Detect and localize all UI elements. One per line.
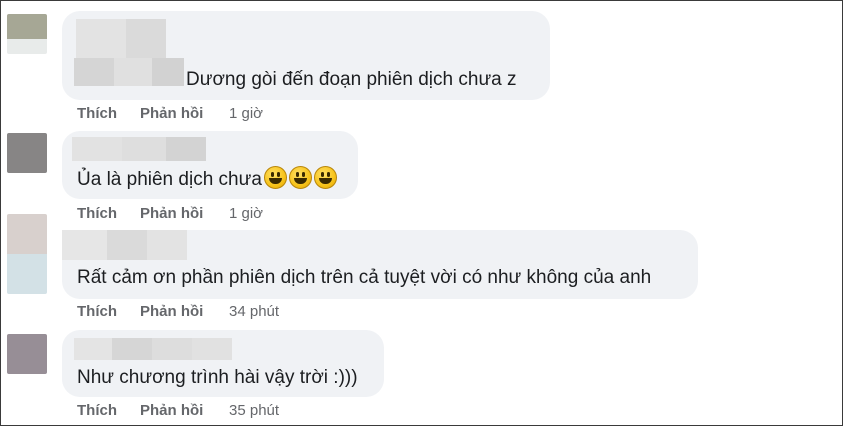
reply-button[interactable]: Phản hồi [140,205,203,222]
comment-text: Ủa là phiên dịch chưa [77,166,337,192]
commenter-name[interactable] [76,19,166,59]
grinning-face-emoji-icon [263,166,287,189]
like-button[interactable]: Thích [77,402,117,419]
comment-text: Như chương trình hài vậy trời :))) [77,367,358,388]
comment-bubble: Rất cảm ơn phần phiên dịch trên cả tuyệt… [62,230,698,299]
reply-button[interactable]: Phản hồi [140,303,203,320]
comment-text: Rất cảm ơn phần phiên dịch trên cả tuyệt… [77,267,652,288]
commenter-name[interactable] [72,137,206,161]
avatar[interactable] [7,214,47,294]
commenter-name[interactable] [74,338,232,360]
like-button[interactable]: Thích [77,105,117,122]
comment-text-content: Ủa là phiên dịch chưa [77,169,262,190]
comment-text: Dương gòi đến đoạn phiên dịch chưa z [186,69,517,90]
reply-button[interactable]: Phản hồi [140,105,203,122]
comment-bubble: Dương gòi đến đoạn phiên dịch chưa z [62,11,550,100]
grinning-face-emoji-icon [313,166,337,189]
avatar[interactable] [7,133,47,173]
avatar[interactable] [7,334,47,374]
comment-timestamp[interactable]: 35 phút [229,402,279,419]
commenter-name-blur [74,58,184,86]
reply-button[interactable]: Phản hồi [140,402,203,419]
like-button[interactable]: Thích [77,205,117,222]
comment-timestamp[interactable]: 1 giờ [229,105,263,122]
commenter-name[interactable] [62,230,187,260]
comment-timestamp[interactable]: 1 giờ [229,205,263,222]
comment-bubble: Như chương trình hài vậy trời :))) [62,330,384,397]
grinning-face-emoji-icon [288,166,312,189]
comment-bubble: Ủa là phiên dịch chưa [62,131,358,199]
comment-timestamp[interactable]: 34 phút [229,303,279,320]
like-button[interactable]: Thích [77,303,117,320]
avatar[interactable] [7,14,47,54]
